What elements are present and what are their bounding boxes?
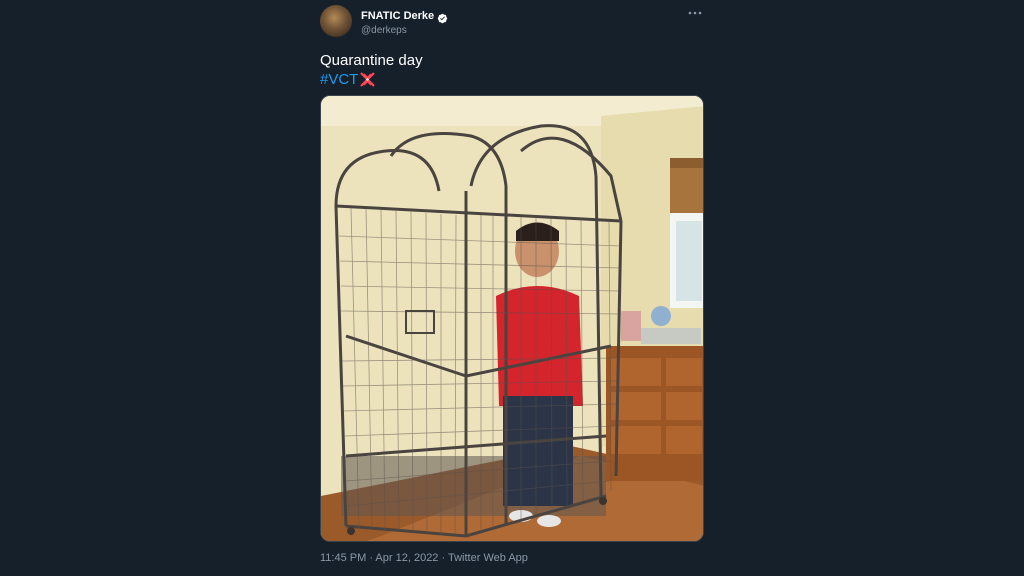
verified-badge-icon xyxy=(437,11,448,23)
author-handle[interactable]: @derkeps xyxy=(361,25,448,36)
ellipsis-icon[interactable] xyxy=(686,4,704,22)
vct-hashflag-icon xyxy=(359,71,376,88)
hashtag-row: #VCT xyxy=(320,70,423,89)
tweet-header: FNATIC Derke @derkeps xyxy=(320,4,704,42)
tweet-text: Quarantine day #VCT xyxy=(320,51,423,89)
hashtag-link[interactable]: #VCT xyxy=(320,70,358,89)
author-avatar[interactable] xyxy=(320,5,352,37)
photo-man-in-bird-cage-icon xyxy=(321,96,703,541)
author-display-name[interactable]: FNATIC Derke xyxy=(361,10,434,22)
tweet-page: FNATIC Derke @derkeps Quarantine day #VC… xyxy=(0,0,1024,576)
tweet-card: FNATIC Derke @derkeps Quarantine day #VC… xyxy=(320,4,704,564)
display-name-row: FNATIC Derke xyxy=(361,8,448,24)
tweet-text-line: Quarantine day xyxy=(320,52,423,69)
author-names: FNATIC Derke @derkeps xyxy=(361,8,448,36)
tweet-timestamp[interactable]: 11:45 PM · Apr 12, 2022 · Twitter Web Ap… xyxy=(320,552,528,564)
tweet-photo[interactable] xyxy=(320,95,704,542)
